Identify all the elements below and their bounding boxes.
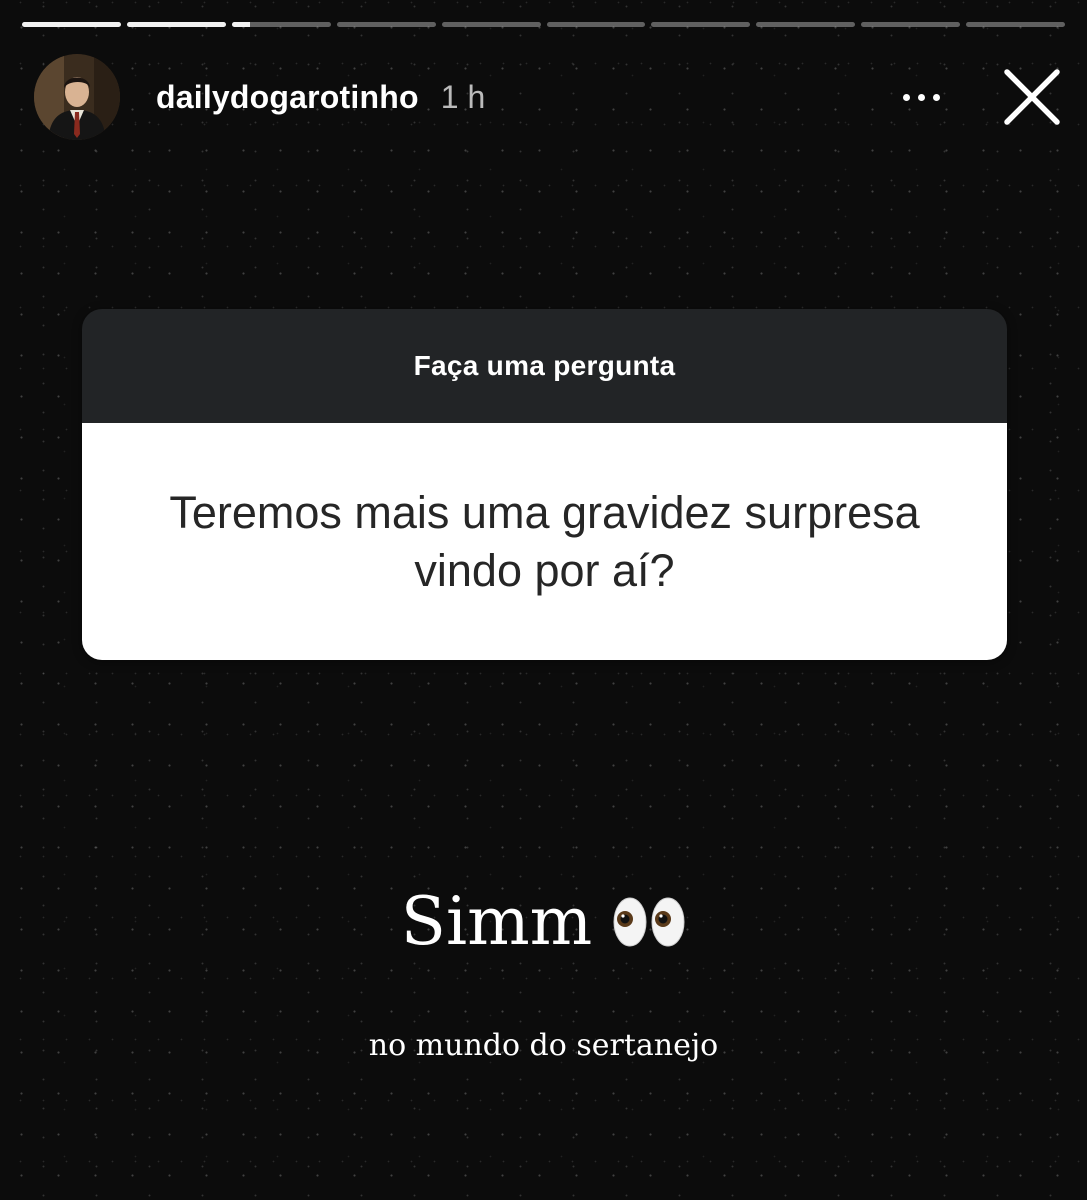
profile-photo [34,54,120,140]
post-timestamp: 1 h [440,78,486,115]
progress-segment [546,22,646,27]
eyes-emoji [612,895,686,949]
avatar[interactable] [34,54,120,140]
question-sticker-body: Teremos mais uma gravidez surpresa vindo… [82,423,1007,660]
reply-line: Simm [0,882,1087,962]
eye-icon [613,897,647,947]
more-options-button[interactable] [891,77,951,117]
ellipsis-horizontal-icon [902,93,910,101]
story-header: dailydogarotinho 1 h [34,52,1063,142]
close-x-icon [1004,69,1060,125]
progress-segment-fill [126,22,226,27]
close-button[interactable] [1001,66,1063,128]
progress-segment-fill [22,22,121,27]
username[interactable]: dailydogarotinho [156,79,419,116]
question-sticker-header: Faça uma pergunta [82,309,1007,423]
progress-segment [231,22,331,27]
progress-segment [22,22,121,27]
progress-segment [861,22,961,27]
caption-text: no mundo do sertanejo [368,1028,719,1063]
progress-segment [651,22,751,27]
question-text: Teremos mais uma gravidez surpresa vindo… [169,486,920,596]
progress-segment [441,22,541,27]
story-viewer[interactable]: dailydogarotinho 1 h Faça uma pergunta T… [0,0,1087,1200]
progress-segment [756,22,856,27]
progress-segment [126,22,226,27]
progress-segment [336,22,436,27]
reply-text: Simm [400,883,593,960]
question-sticker[interactable]: Faça uma pergunta Teremos mais uma gravi… [82,309,1007,660]
progress-segment-fill [231,22,250,27]
progress-segment [966,22,1066,27]
story-progress-bar [22,22,1066,28]
eye-icon [651,897,685,947]
